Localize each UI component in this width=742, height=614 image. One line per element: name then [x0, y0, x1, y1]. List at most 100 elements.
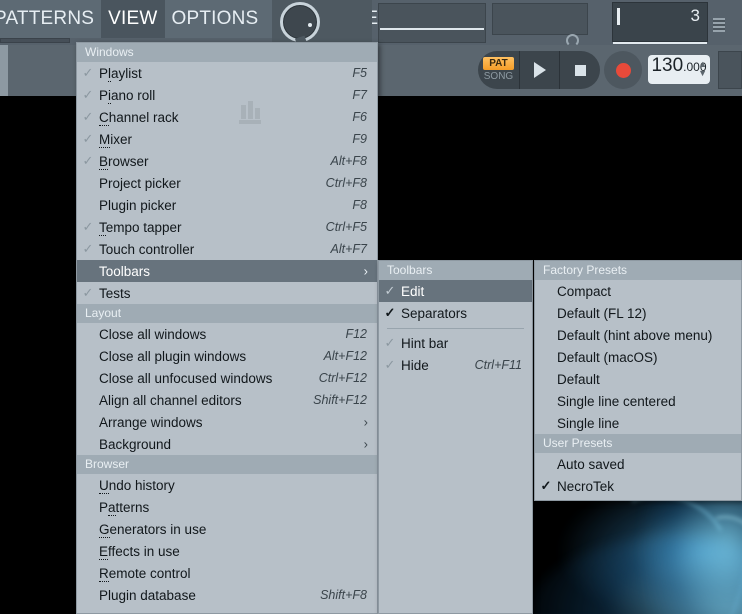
- menu-item-label: Undo history: [99, 477, 175, 494]
- menu-item-shortcut: F12: [345, 327, 367, 341]
- pattern-song-toggle[interactable]: PAT SONG: [478, 51, 520, 89]
- menu-item-shortcut: Shift+F8: [320, 588, 367, 602]
- view-menu-item-plugin-database[interactable]: Plugin database Shift+F8: [77, 584, 377, 606]
- spinner-icon[interactable]: ▲ ▼: [698, 60, 707, 78]
- menu-item-label: Close all plugin windows: [99, 348, 247, 364]
- menu-section-browser: Browser: [77, 455, 377, 474]
- stop-icon: [574, 64, 586, 76]
- menu-item-label: Tempo tapper: [99, 219, 182, 236]
- user-preset-auto-saved[interactable]: Auto saved: [535, 453, 741, 475]
- view-menu-item-effects-in-use[interactable]: Effects in use: [77, 540, 377, 562]
- menu-item-shortcut: Alt+F7: [330, 242, 367, 256]
- view-menu-item-piano-roll[interactable]: ✓ Piano roll F7: [77, 84, 377, 106]
- menu-item-shortcut: F8: [352, 198, 367, 212]
- text-caret: [617, 8, 620, 25]
- factory-preset-default-hint-above-menu[interactable]: Default (hint above menu): [535, 324, 741, 346]
- view-menu-item-channel-rack[interactable]: ✓ Channel rack F6: [77, 106, 377, 128]
- view-menu-item-generators-in-use[interactable]: Generators in use: [77, 518, 377, 540]
- menu-item-label: Remote control: [99, 565, 191, 582]
- menu-item-shortcut: Ctrl+F12: [318, 371, 367, 385]
- view-menu-item-close-all-unfocused-windows[interactable]: Close all unfocused windows Ctrl+F12: [77, 367, 377, 389]
- menu-item-label: Compact: [557, 283, 612, 299]
- chevron-right-icon: ›: [363, 414, 368, 430]
- left-edge-panel: [0, 45, 8, 96]
- menu-item-label: Toolbars: [99, 263, 151, 279]
- menubar-item-label: PATTERNS: [0, 8, 95, 29]
- record-button[interactable]: [604, 51, 642, 89]
- menu-item-label: Background: [99, 436, 172, 452]
- toolbar-panel-right[interactable]: [718, 51, 742, 89]
- view-menu-item-tempo-tapper[interactable]: ✓ Tempo tapper Ctrl+F5: [77, 216, 377, 238]
- view-menu-item-close-all-plugin-windows[interactable]: Close all plugin windows Alt+F12: [77, 345, 377, 367]
- view-menu-item-mixer[interactable]: ✓ Mixer F9: [77, 128, 377, 150]
- view-menu-item-project-picker[interactable]: Project picker Ctrl+F8: [77, 172, 377, 194]
- view-menu-item-toolbars[interactable]: Toolbars ›: [77, 260, 377, 282]
- view-dropdown-menu: Windows ✓ Playlist F5 ✓ Piano roll F7 ✓ Channel …: [76, 42, 378, 614]
- menu-item-shortcut: Alt+F12: [323, 349, 367, 363]
- view-menu-item-close-all-windows[interactable]: Close all windows F12: [77, 323, 377, 345]
- factory-preset-compact[interactable]: Compact: [535, 280, 741, 302]
- menu-item-label: Auto saved: [557, 456, 625, 472]
- factory-preset-single-line-centered[interactable]: Single line centered: [535, 390, 741, 412]
- menu-item-label: NecroTek: [557, 478, 615, 494]
- master-knob-area: [272, 0, 372, 47]
- menu-item-shortcut: F7: [352, 88, 367, 102]
- view-menu-item-browser[interactable]: ✓ Browser Alt+F8: [77, 150, 377, 172]
- menubar-item-options[interactable]: OPTIONS: [165, 0, 266, 38]
- toolbars-item-hint-bar[interactable]: ✓ Hint bar: [379, 332, 532, 354]
- view-menu-item-undo-history[interactable]: Undo history: [77, 474, 377, 496]
- chevron-right-icon: ›: [363, 436, 368, 452]
- presets-submenu: Factory Presets Compact Default (FL 12) Def…: [534, 260, 742, 501]
- toolbar-panel-mid[interactable]: [492, 3, 588, 35]
- factory-preset-single-line[interactable]: Single line: [535, 412, 741, 434]
- toolbars-item-separators[interactable]: ✓ Separators: [379, 302, 532, 324]
- menu-item-label: Default: [557, 371, 600, 387]
- menu-item-label: Close all unfocused windows: [99, 370, 273, 386]
- menu-item-shortcut: Ctrl+F8: [325, 176, 367, 190]
- check-icon: ✓: [82, 131, 94, 146]
- menu-item-shortcut: F6: [352, 110, 367, 124]
- view-menu-item-playlist[interactable]: ✓ Playlist F5: [77, 62, 377, 84]
- check-icon: ✓: [82, 87, 94, 102]
- user-preset-necrotek[interactable]: ✓ NecroTek: [535, 475, 741, 497]
- view-menu-item-arrange-windows[interactable]: Arrange windows ›: [77, 411, 377, 433]
- toolbars-submenu-title: Toolbars: [379, 261, 532, 280]
- view-menu-item-align-all-channel-editors[interactable]: Align all channel editors Shift+F12: [77, 389, 377, 411]
- check-icon: ✓: [540, 478, 552, 493]
- menu-section-layout: Layout: [77, 304, 377, 323]
- pattern-underline: [613, 42, 707, 44]
- fl-studio-window: PATTERNSVIEWOPTIONSTOOLSHELP 3 PAT SONG: [0, 0, 742, 614]
- view-menu-item-patterns[interactable]: Patterns: [77, 496, 377, 518]
- toolbar-panel-left[interactable]: [378, 3, 486, 43]
- menu-item-shortcut: Shift+F12: [313, 393, 367, 407]
- check-icon: ✓: [82, 65, 94, 80]
- toolbars-item-edit[interactable]: ✓ Edit: [379, 280, 532, 302]
- view-menu-item-tests[interactable]: ✓ Tests: [77, 282, 377, 304]
- factory-preset-default-fl-12[interactable]: Default (FL 12): [535, 302, 741, 324]
- menu-item-label: Generators in use: [99, 521, 207, 538]
- pattern-selector[interactable]: 3: [612, 2, 708, 44]
- menu-item-label: Mixer: [99, 131, 133, 148]
- view-menu-item-plugin-picker[interactable]: Plugin picker F8: [77, 194, 377, 216]
- stop-button[interactable]: [560, 51, 600, 89]
- menubar-item-view[interactable]: VIEW: [101, 0, 165, 38]
- factory-preset-default[interactable]: Default: [535, 368, 741, 390]
- factory-preset-default-macos[interactable]: Default (macOS): [535, 346, 741, 368]
- view-menu-item-background[interactable]: Background ›: [77, 433, 377, 455]
- check-icon: ✓: [82, 285, 94, 300]
- user-presets-title: User Presets: [535, 434, 741, 453]
- view-menu-item-remote-control[interactable]: Remote control: [77, 562, 377, 584]
- tempo-field[interactable]: 130.000 ▲ ▼: [648, 55, 710, 84]
- menu-item-shortcut: F5: [352, 66, 367, 80]
- view-menu-item-touch-controller[interactable]: ✓ Touch controller Alt+F7: [77, 238, 377, 260]
- check-icon: ✓: [82, 109, 94, 124]
- menubar-item-patterns[interactable]: PATTERNS: [0, 0, 101, 38]
- menu-item-label: Piano roll: [99, 87, 156, 104]
- record-icon: [615, 62, 631, 78]
- play-button[interactable]: [520, 51, 560, 89]
- toolbars-item-hide[interactable]: ✓ Hide Ctrl+F11: [379, 354, 532, 376]
- mini-sliders-icon[interactable]: [713, 18, 725, 32]
- menu-item-label: Default (macOS): [557, 349, 658, 365]
- menu-item-label: Arrange windows: [99, 414, 203, 430]
- menu-item-label: Touch controller: [99, 241, 195, 257]
